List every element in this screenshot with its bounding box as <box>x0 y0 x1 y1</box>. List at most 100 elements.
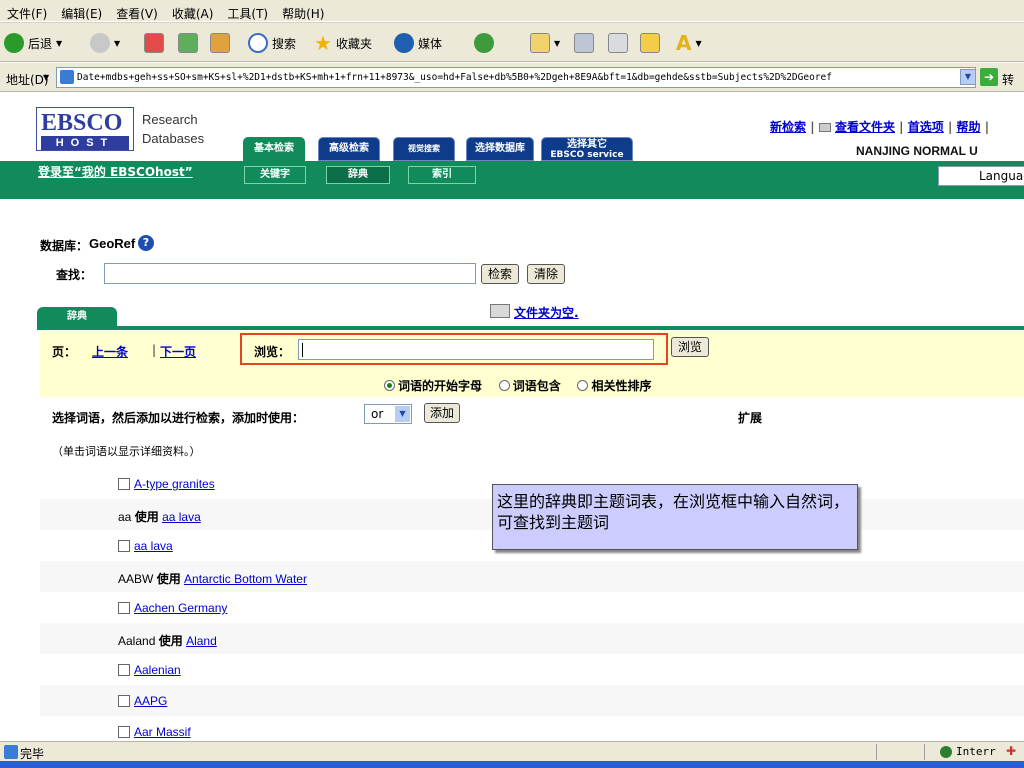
term-checkbox[interactable] <box>118 695 130 707</box>
browse-button[interactable]: 浏览 <box>671 337 709 357</box>
term-link[interactable]: Aar Massif <box>134 725 191 739</box>
next-link[interactable]: 下一页 <box>160 343 196 360</box>
pager-separator: | <box>152 343 157 357</box>
folder-button[interactable] <box>640 31 660 55</box>
tab-choose-database[interactable]: 选择数据库 <box>466 137 534 161</box>
forward-arrow-icon <box>90 33 110 53</box>
language-select[interactable]: Languag <box>938 166 1024 186</box>
radio-relevance[interactable]: 相关性排序 <box>577 379 651 393</box>
edit-button[interactable] <box>608 31 628 55</box>
find-input[interactable] <box>104 263 476 284</box>
new-search-link[interactable]: 新检索 <box>770 120 806 134</box>
menu-tools[interactable]: 工具(T) <box>220 0 275 22</box>
link-separator: | <box>810 120 815 134</box>
media-button[interactable]: 媒体 <box>394 31 442 55</box>
menu-help[interactable]: 帮助(H) <box>275 0 331 22</box>
term-link[interactable]: A-type granites <box>134 477 215 491</box>
search-button[interactable]: 搜索 <box>248 31 296 55</box>
help-link[interactable]: 帮助 <box>957 120 981 134</box>
term-checkbox[interactable] <box>118 726 130 738</box>
subtab-index[interactable]: 索引 <box>408 166 476 184</box>
home-icon <box>210 33 230 53</box>
forward-button[interactable]: ▼ <box>90 31 120 55</box>
term-link[interactable]: Aachen Germany <box>134 601 227 615</box>
term-link[interactable]: AAPG <box>134 694 167 708</box>
menu-view[interactable]: 查看(V) <box>109 0 165 22</box>
status-text: 完毕 <box>20 747 45 761</box>
stop-button[interactable] <box>144 31 164 55</box>
edit-icon <box>608 33 628 53</box>
prev-link[interactable]: 上一条 <box>92 343 128 360</box>
back-button[interactable]: 后退 ▼ <box>4 31 62 55</box>
term-checkbox[interactable] <box>118 602 130 614</box>
add-button[interactable]: 添加 <box>424 403 460 423</box>
term-link[interactable]: Antarctic Bottom Water <box>184 572 307 586</box>
term-checkbox[interactable] <box>118 478 130 490</box>
database-name: GeoRef <box>89 236 136 251</box>
search-mode-radios: 词语的开始字母 词语包含 相关性排序 <box>384 377 651 394</box>
logo-box: EBSCO HOST <box>36 107 134 151</box>
term-prefix: AABW 使用 Antarctic Bottom Water <box>118 570 307 587</box>
tab-advanced-search[interactable]: 高级检索 <box>318 137 380 161</box>
tab-visual-search[interactable]: 视觉搜索 <box>393 137 455 161</box>
refresh-icon <box>178 33 198 53</box>
link-separator: | <box>984 120 990 134</box>
institution-name: NANJING NORMAL U <box>856 144 978 158</box>
operator-select[interactable]: or ▼ <box>364 404 412 424</box>
clear-button[interactable]: 清除 <box>527 264 565 284</box>
address-dropdown-icon[interactable]: ▼ <box>960 69 976 85</box>
go-label[interactable]: 转 <box>1002 71 1014 88</box>
print-icon <box>574 33 594 53</box>
tab-basic-search[interactable]: 基本检索 <box>243 137 305 161</box>
go-arrow-icon[interactable]: ➔ <box>980 68 998 86</box>
search-submit-button[interactable]: 检索 <box>481 264 519 284</box>
subtab-keyword[interactable]: 关键字 <box>244 166 306 184</box>
help-icon[interactable]: ? <box>138 235 154 251</box>
refresh-button[interactable] <box>178 31 198 55</box>
menu-bar: 文件(F) 编辑(E) 查看(V) 收藏(A) 工具(T) 帮助(H) <box>0 0 1024 22</box>
mail-button[interactable]: ▼ <box>530 31 560 55</box>
radio-label: 相关性排序 <box>591 379 652 393</box>
menu-edit[interactable]: 编辑(E) <box>54 0 109 22</box>
term-row: AABW 使用 Antarctic Bottom Water <box>40 561 1024 592</box>
globe-icon <box>940 746 952 758</box>
term-checkbox[interactable] <box>118 664 130 676</box>
tab-other-service[interactable]: 选择其它 EBSCO service <box>541 137 633 161</box>
menu-file[interactable]: 文件(F) <box>0 0 54 22</box>
term-prefix-text: AABW <box>118 572 154 586</box>
browse-input[interactable] <box>298 339 654 360</box>
term-link[interactable]: Aalenian <box>134 663 181 677</box>
term-link[interactable]: aa lava <box>134 539 173 553</box>
login-link[interactable]: 登录至“我的 EBSCOhost” <box>38 163 193 180</box>
term-prefix-text: aa <box>118 510 132 524</box>
term-checkbox[interactable] <box>118 540 130 552</box>
preferences-link[interactable]: 首选项 <box>908 120 944 134</box>
view-folder-link[interactable]: 查看文件夹 <box>835 120 895 134</box>
search-icon <box>248 33 268 53</box>
term-prefix-text: Aaland <box>118 634 156 648</box>
radio-selected-icon <box>384 380 395 391</box>
tab-dictionary[interactable]: 辞典 <box>37 307 117 327</box>
ebsco-logo[interactable]: EBSCO HOST Research Databases <box>36 107 246 153</box>
address-input[interactable]: Date+mdbs+geh+ss+SO+sm+KS+sl+%2D1+dstb+K… <box>56 67 976 88</box>
home-button[interactable] <box>210 31 230 55</box>
search-label: 搜索 <box>272 36 297 51</box>
address-history-icon[interactable]: ▼ <box>43 73 49 82</box>
tab-other-service-line2: EBSCO service <box>550 150 624 160</box>
callout-note: 这里的辞典即主题词表，在浏览框中输入自然词，可查找到主题词 <box>492 484 858 550</box>
menu-favorites[interactable]: 收藏(A) <box>165 0 221 22</box>
subtab-thesaurus[interactable]: 辞典 <box>326 166 390 184</box>
radio-begins-with[interactable]: 词语的开始字母 <box>384 379 482 393</box>
history-button[interactable] <box>474 31 494 55</box>
use-label: 使用 <box>134 510 159 524</box>
folder-empty-link[interactable]: 文件夹为空. <box>514 304 579 321</box>
back-arrow-icon <box>4 33 24 53</box>
term-link[interactable]: Aland <box>186 634 217 648</box>
favorites-button[interactable]: ★ 收藏夹 <box>314 31 372 55</box>
print-button[interactable] <box>574 31 594 55</box>
messenger-button[interactable]: A ▼ <box>676 31 702 55</box>
radio-contains[interactable]: 词语包含 <box>498 379 561 393</box>
term-link[interactable]: aa lava <box>162 510 201 524</box>
radio-unselected-icon <box>577 380 589 391</box>
expand-label: 扩展 <box>738 411 763 425</box>
